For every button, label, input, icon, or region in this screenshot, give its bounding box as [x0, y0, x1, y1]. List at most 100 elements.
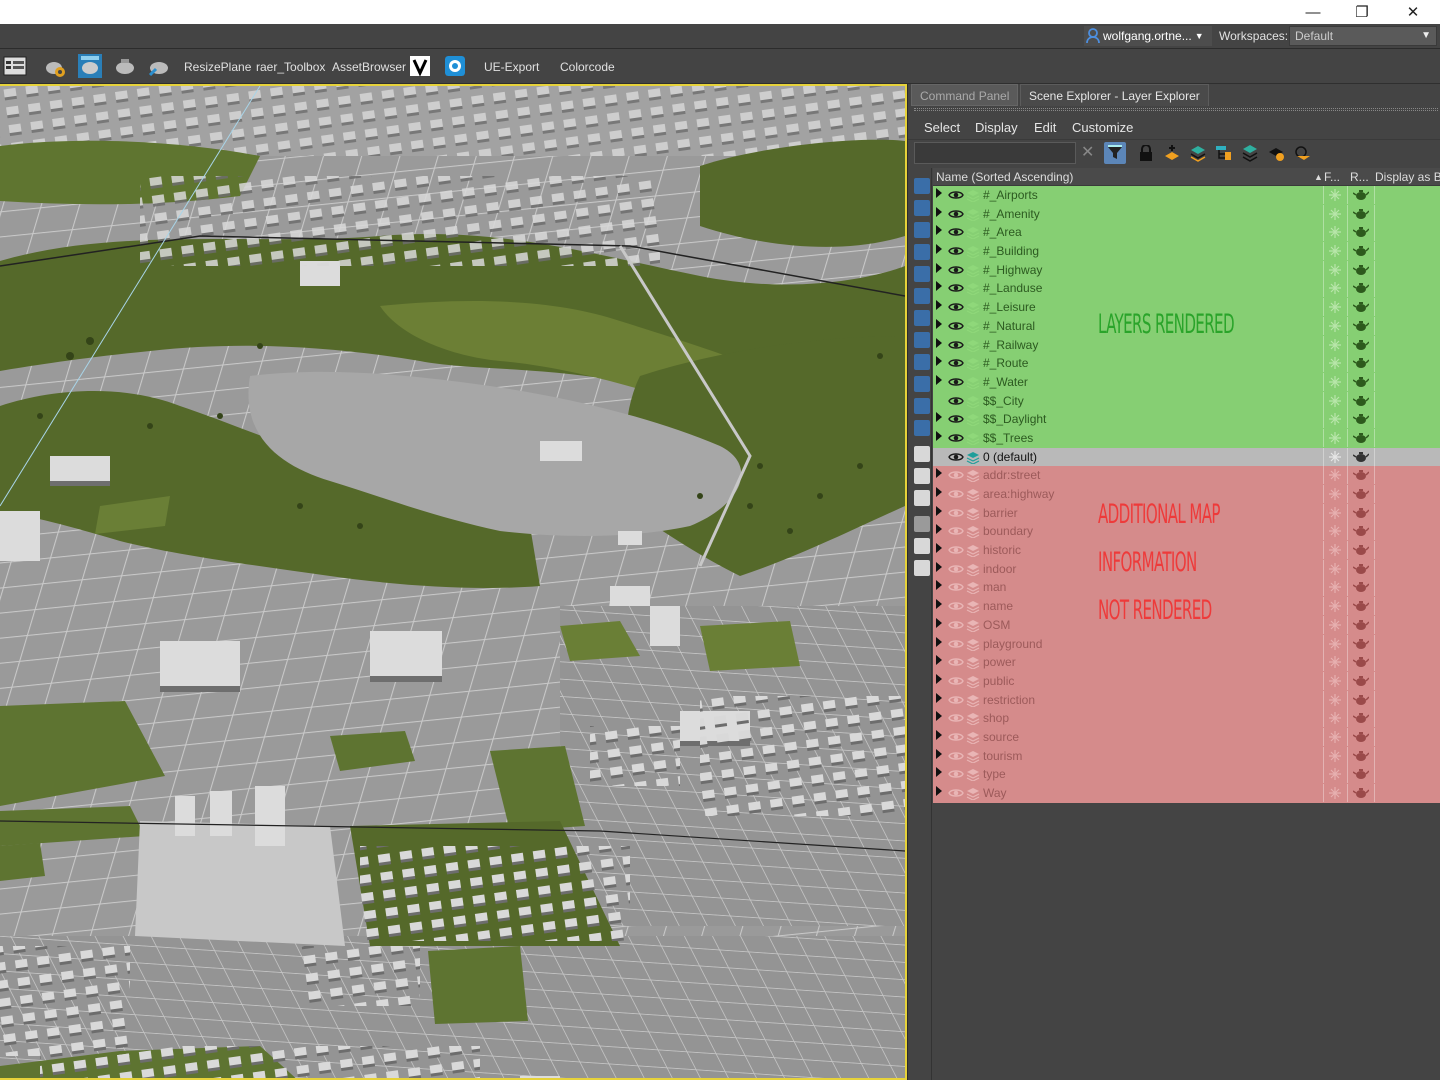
expand-arrow-icon[interactable] [936, 543, 942, 554]
user-account-button[interactable]: wolfgang.ortne... ▼ [1084, 26, 1212, 46]
layer-row[interactable]: $$_Trees [933, 428, 1440, 448]
render-toggle-teapot-icon[interactable] [1347, 765, 1373, 784]
render-toggle-teapot-icon[interactable] [1347, 485, 1373, 503]
layer-row[interactable]: $$_Daylight [933, 410, 1440, 429]
display-as-box-cell[interactable] [1374, 746, 1440, 765]
render-toggle-teapot-icon[interactable] [1347, 671, 1373, 690]
expand-arrow-icon[interactable] [936, 692, 942, 703]
freeze-toggle-icon[interactable] [1323, 671, 1345, 690]
spacewarps-filter-icon[interactable] [914, 288, 930, 304]
layer-row[interactable]: Way [933, 784, 1440, 803]
freeze-toggle-icon[interactable] [1323, 391, 1345, 410]
expand-arrow-icon[interactable] [936, 188, 942, 198]
expand-arrow-icon[interactable] [936, 225, 942, 236]
render-toggle-teapot-icon[interactable] [1347, 335, 1373, 354]
column-render[interactable]: R... [1350, 170, 1369, 184]
unreal-export-icon[interactable] [445, 56, 465, 76]
render-production-icon[interactable] [146, 53, 172, 79]
restore-icon[interactable]: ❐ [1339, 0, 1385, 24]
expand-arrow-icon[interactable] [936, 655, 942, 666]
display-as-box-cell[interactable] [1374, 298, 1440, 317]
render-toggle-teapot-icon[interactable] [1347, 597, 1373, 616]
freeze-toggle-icon[interactable] [1323, 634, 1345, 653]
freeze-toggle-icon[interactable] [1323, 690, 1345, 709]
render-teapot-icon[interactable] [112, 53, 138, 79]
display-as-box-cell[interactable] [1374, 671, 1440, 690]
expand-arrow-icon[interactable] [936, 580, 942, 591]
render-toggle-teapot-icon[interactable] [1347, 372, 1373, 391]
layer-row[interactable]: type [933, 765, 1440, 784]
display-as-box-cell[interactable] [1374, 186, 1440, 204]
workspace-select[interactable]: Default ▼ [1289, 26, 1437, 46]
lights-filter-icon[interactable] [914, 222, 930, 238]
freeze-toggle-icon[interactable] [1323, 784, 1345, 802]
layer-row[interactable]: power [933, 653, 1440, 672]
display-as-box-cell[interactable] [1374, 765, 1440, 784]
resizeplane-button[interactable]: ResizePlane [184, 60, 251, 74]
layer-row[interactable]: #_Amenity [933, 204, 1440, 224]
render-toggle-teapot-icon[interactable] [1347, 354, 1373, 373]
display-as-box-cell[interactable] [1374, 428, 1440, 447]
expand-arrow-icon[interactable] [936, 487, 942, 497]
expand-arrow-icon[interactable] [936, 729, 942, 740]
menu-select[interactable]: Select [924, 120, 960, 135]
invert-filter-icon[interactable] [914, 490, 930, 506]
layer-row[interactable]: tourism [933, 746, 1440, 766]
tab-scene-explorer[interactable]: Scene Explorer - Layer Explorer [1020, 84, 1209, 106]
expand-arrow-icon[interactable] [936, 767, 942, 778]
expand-arrow-icon[interactable] [936, 318, 942, 329]
column-display-as-box[interactable]: Display as Bo [1375, 170, 1440, 184]
expand-arrow-icon[interactable] [936, 617, 942, 628]
layer-row-default[interactable]: 0 (default) [933, 447, 1440, 467]
freeze-toggle-icon[interactable] [1323, 485, 1345, 503]
scene-explorer-icon[interactable] [2, 53, 28, 79]
layer-row[interactable]: #_Route [933, 354, 1440, 373]
hidden-filter-icon[interactable] [914, 420, 930, 436]
freeze-toggle-icon[interactable] [1323, 541, 1345, 560]
display-as-box-cell[interactable] [1374, 727, 1440, 746]
none-filter-icon[interactable] [914, 468, 930, 484]
render-toggle-teapot-icon[interactable] [1347, 279, 1373, 298]
freeze-toggle-icon[interactable] [1323, 242, 1345, 261]
freeze-toggle-icon[interactable] [1323, 578, 1345, 597]
freeze-toggle-icon[interactable] [1323, 316, 1345, 335]
search-input[interactable] [914, 142, 1076, 164]
expand-arrow-icon[interactable] [936, 430, 942, 441]
expand-arrow-icon[interactable] [936, 673, 942, 684]
freeze-toggle-icon[interactable] [1323, 615, 1345, 634]
layer-properties-icon[interactable] [1291, 142, 1313, 164]
expand-arrow-icon[interactable] [936, 356, 942, 367]
render-toggle-teapot-icon[interactable] [1347, 503, 1373, 522]
expand-arrow-icon[interactable] [936, 786, 942, 796]
freeze-toggle-icon[interactable] [1323, 260, 1345, 279]
clear-search-icon[interactable]: ✕ [1081, 142, 1094, 162]
display-as-box-cell[interactable] [1374, 466, 1440, 485]
display-as-box-cell[interactable] [1374, 335, 1440, 354]
render-toggle-teapot-icon[interactable] [1347, 428, 1373, 447]
colorcode-button[interactable]: Colorcode [560, 60, 615, 74]
render-toggle-teapot-icon[interactable] [1347, 690, 1373, 709]
expand-arrow-icon[interactable] [936, 206, 942, 217]
layer-row[interactable]: restriction [933, 690, 1440, 710]
display-as-box-cell[interactable] [1374, 260, 1440, 279]
freeze-toggle-icon[interactable] [1323, 204, 1345, 223]
layer-row[interactable]: playground [933, 634, 1440, 654]
display-as-box-cell[interactable] [1374, 204, 1440, 223]
display-as-box-cell[interactable] [1374, 485, 1440, 503]
helpers-filter-icon[interactable] [914, 266, 930, 282]
display-as-box-cell[interactable] [1374, 316, 1440, 335]
render-toggle-teapot-icon[interactable] [1347, 727, 1373, 746]
expand-arrow-icon[interactable] [936, 468, 942, 479]
expand-arrow-icon[interactable] [936, 711, 942, 722]
layer-row[interactable]: addr:street [933, 466, 1440, 485]
render-toggle-teapot-icon[interactable] [1347, 466, 1373, 485]
assetbrowser-button[interactable]: AssetBrowser [332, 60, 406, 74]
freeze-toggle-icon[interactable] [1323, 335, 1345, 354]
display-as-box-cell[interactable] [1374, 559, 1440, 578]
display-as-box-cell[interactable] [1374, 503, 1440, 522]
freeze-toggle-icon[interactable] [1323, 559, 1345, 578]
render-toggle-teapot-icon[interactable] [1347, 204, 1373, 223]
render-toggle-teapot-icon[interactable] [1347, 410, 1373, 429]
display-as-box-cell[interactable] [1374, 447, 1440, 466]
freeze-toggle-icon[interactable] [1323, 298, 1345, 317]
